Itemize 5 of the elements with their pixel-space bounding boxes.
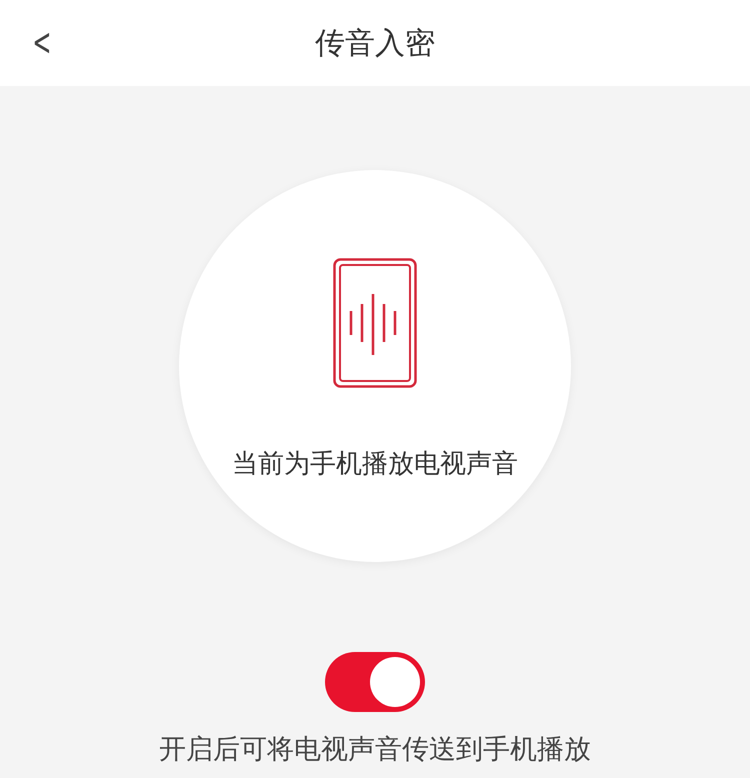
back-button[interactable]: < xyxy=(32,20,52,64)
status-text: 当前为手机播放电视声音 xyxy=(232,448,518,481)
hint-text: 开启后可将电视声音传送到手机播放 xyxy=(159,734,591,766)
page-title: 传音入密 xyxy=(315,24,435,62)
phone-sound-icon xyxy=(333,258,417,388)
